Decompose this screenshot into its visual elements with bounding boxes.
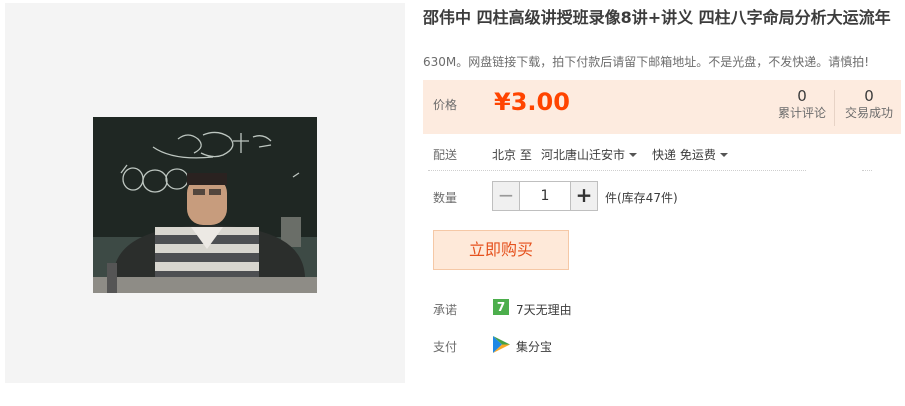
payment-label: 支付 [433,340,458,354]
seven-day-return-icon: 7 [493,299,509,315]
price-value: ¥3.00 [494,88,570,116]
shipping-label: 配送 [433,148,458,162]
shipping-method: 快递 免运费 [652,148,716,162]
reviews-count: 0 [797,87,807,105]
sales-count: 0 [864,87,874,105]
reviews-stat[interactable]: 0 累计评论 [772,87,832,121]
sales-stat[interactable]: 0 交易成功 [839,87,899,121]
shipping-destination: 河北唐山迁安市 [541,148,626,162]
jifenbao-icon [493,336,510,353]
shipping-destination-select[interactable]: 河北唐山迁安市 [541,146,638,163]
shipping-method-select[interactable]: 快递 免运费 [652,146,728,163]
quantity-stepper: − 1 + [492,181,598,211]
decrease-button[interactable]: − [492,181,520,211]
shipping-from: 北京 至 [492,148,532,162]
product-gallery [5,3,405,383]
promise-text[interactable]: 7天无理由 [516,301,572,318]
increase-button[interactable]: + [570,181,598,211]
payment-text[interactable]: 集分宝 [516,338,552,355]
product-subtitle: 630M。网盘链接下载，拍下付款后请留下邮箱地址。不是光盘，不发快递。请慎拍! [423,55,870,69]
chevron-down-icon [629,152,638,157]
promise-label: 承诺 [433,303,458,317]
stock-text: 件(库存47件) [605,191,678,205]
quantity-label: 数量 [433,191,458,205]
divider [428,170,806,171]
sales-label: 交易成功 [844,106,893,120]
price-label: 价格 [433,98,458,112]
product-photo[interactable] [93,117,317,293]
stat-divider [834,90,835,126]
buy-now-button[interactable]: 立即购买 [433,230,569,270]
divider [862,170,872,171]
reviews-label: 累计评论 [777,106,826,120]
price-panel: 价格 ¥3.00 0 累计评论 0 交易成功 [423,80,901,134]
chevron-down-icon [719,152,728,157]
product-title: 邵伟中 四柱高级讲授班录像8讲+讲义 四柱八字命局分析大运流年 [423,8,891,27]
quantity-input[interactable]: 1 [520,181,570,211]
